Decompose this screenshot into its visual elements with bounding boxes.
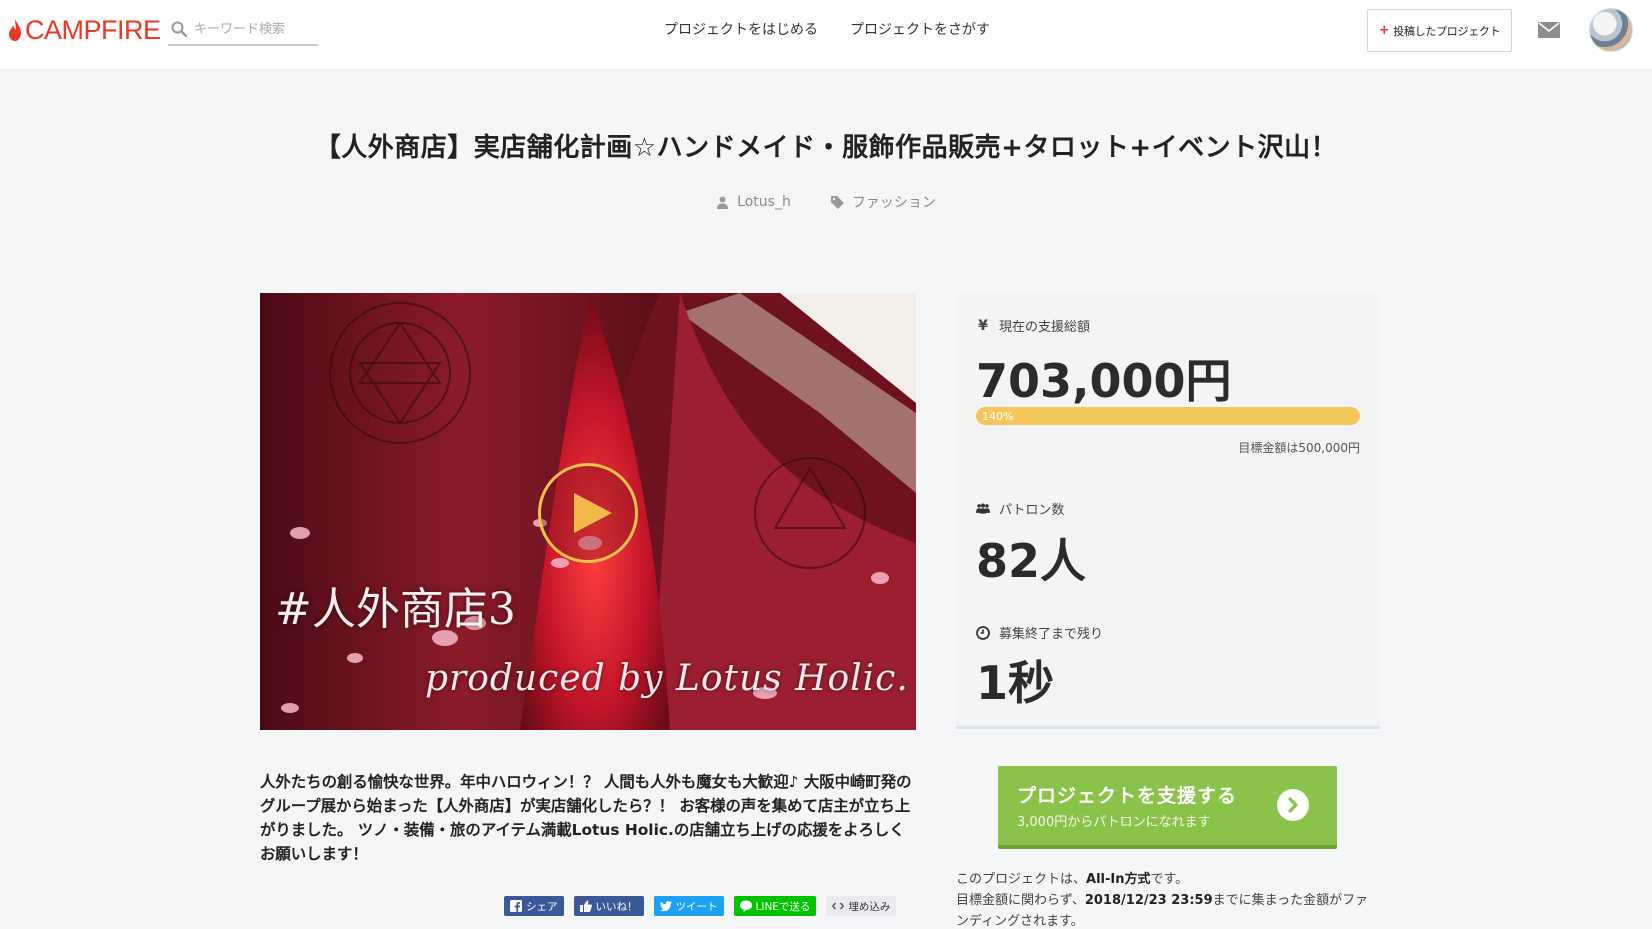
facebook-share-button[interactable]: シェア — [504, 896, 564, 916]
yen-icon: ¥ — [978, 317, 988, 334]
project-video[interactable]: #人外商店3 produced by Lotus Holic. — [260, 293, 916, 730]
flame-icon — [9, 19, 21, 41]
embed-button[interactable]: 埋め込み — [826, 896, 897, 916]
line-share-label: LINEで送る — [755, 900, 811, 913]
funding-amount: 703,000円 — [976, 354, 1232, 408]
support-project-button[interactable]: プロジェクトを支援する 3,000円からパトロンになれます — [998, 766, 1337, 849]
tag-icon — [830, 195, 844, 209]
posted-projects-button[interactable]: + 投稿したプロジェクト — [1367, 9, 1512, 52]
nav-start-project[interactable]: プロジェクトをはじめる — [664, 19, 818, 39]
posted-projects-label: 投稿したプロジェクト — [1393, 24, 1501, 38]
progress-percent: 140% — [982, 409, 1014, 423]
logo-text: CAMPFIRE — [25, 14, 161, 45]
user-icon — [717, 196, 729, 209]
all-in-line-1: このプロジェクトは、All-In方式です。 — [956, 869, 1376, 890]
code-icon — [832, 902, 845, 910]
campfire-logo[interactable]: CAMPFIRE — [8, 14, 161, 46]
tweet-label: ツイート — [675, 900, 718, 913]
all-in-prefix: このプロジェクトは、 — [956, 872, 1087, 887]
search-icon[interactable] — [171, 21, 187, 37]
line-icon — [739, 900, 752, 912]
project-meta: Lotus_h ファッション — [0, 192, 1652, 212]
support-button-label: プロジェクトを支援する — [1017, 785, 1238, 807]
clock-icon — [976, 625, 990, 640]
remaining-time: 1秒 — [976, 656, 1055, 710]
deadline-prefix: 目標金額に関わらず、 — [956, 893, 1085, 908]
line-share-button[interactable]: LINEで送る — [733, 896, 817, 916]
facebook-like-button[interactable]: いいね！ — [573, 896, 644, 916]
mail-icon[interactable] — [1538, 22, 1560, 38]
search-input[interactable] — [194, 21, 309, 37]
nav-find-project[interactable]: プロジェクトをさがす — [850, 19, 990, 39]
funding-label-text: 現在の支援総額 — [999, 320, 1091, 335]
thumbs-up-icon — [579, 900, 592, 912]
category-name: ファッション — [851, 195, 936, 211]
play-button[interactable] — [538, 463, 638, 563]
remaining-label-text: 募集終了まで残り — [999, 627, 1104, 642]
progress-fill: 140% — [976, 407, 1360, 425]
support-button-sublabel: 3,000円からパトロンになれます — [1017, 815, 1211, 830]
embed-label: 埋め込み — [848, 900, 891, 913]
all-in-method: All-In方式 — [1086, 872, 1151, 887]
funding-progress-bar: 140% — [976, 407, 1360, 425]
goal-amount: 目標金額は500,000円 — [1238, 441, 1360, 455]
users-icon — [976, 503, 990, 514]
project-summary: 人外たちの創る愉快な世界。年中ハロウィン！？ 人間も人外も魔女も大歓迎♪ 大阪中… — [260, 773, 912, 863]
facebook-share-label: シェア — [526, 900, 558, 913]
author-name: Lotus_h — [737, 194, 791, 210]
author[interactable]: Lotus_h — [716, 192, 791, 212]
facebook-icon — [510, 900, 522, 912]
arrow-right-icon — [1277, 789, 1309, 821]
project-title: 【人外商店】実店舗化計画☆ハンドメイド・服飾作品販売+タロット+イベント沢山！ — [314, 133, 1338, 163]
video-credit: produced by Lotus Holic. — [425, 658, 909, 699]
patrons-label-text: パトロン数 — [999, 503, 1065, 518]
user-avatar[interactable] — [1589, 8, 1633, 52]
all-in-line-2: 目標金額に関わらず、2018/12/23 23:59までに集まった金額がファンデ… — [956, 890, 1376, 929]
facebook-like-label: いいね！ — [595, 900, 638, 913]
site-header: CAMPFIRE プロジェクトをはじめる プロジェクトをさがす + 投稿したプロ… — [0, 0, 1652, 70]
all-in-suffix: です。 — [1150, 872, 1189, 887]
tweet-button[interactable]: ツイート — [653, 896, 724, 916]
all-in-notice: このプロジェクトは、All-In方式です。 目標金額に関わらず、2018/12/… — [956, 869, 1376, 929]
patrons-count: 82人 — [976, 534, 1087, 588]
funding-stats: ¥ 現在の支援総額 703,000円 140% 目標金額は500,000円 パト… — [956, 293, 1380, 729]
play-icon — [574, 493, 612, 533]
video-caption: #人外商店3 — [275, 584, 516, 635]
share-buttons: シェア いいね！ ツイート LINEで送る 埋め込み — [504, 896, 897, 916]
funding-label: ¥ 現在の支援総額 — [976, 316, 1091, 336]
main-nav: プロジェクトをはじめる プロジェクトをさがす — [664, 19, 990, 39]
search-box[interactable] — [168, 14, 318, 46]
twitter-icon — [659, 901, 672, 912]
category[interactable]: ファッション — [830, 192, 936, 212]
remaining-label: 募集終了まで残り — [976, 623, 1103, 642]
plus-icon: + — [1378, 23, 1390, 38]
deadline-date: 2018/12/23 23:59 — [1084, 893, 1213, 908]
patrons-label: パトロン数 — [976, 499, 1064, 518]
